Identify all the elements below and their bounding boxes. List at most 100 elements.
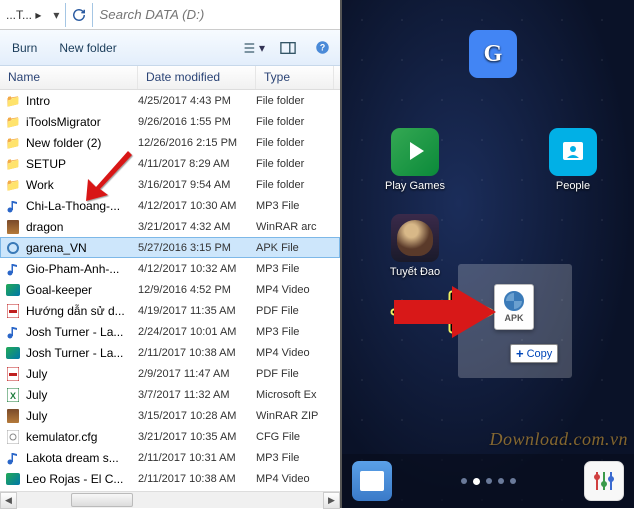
file-type: Microsoft Ex — [256, 389, 334, 401]
file-date: 2/11/2017 10:31 AM — [138, 452, 256, 464]
file-row[interactable]: Leo Rojas - El C...2/11/2017 10:38 AMMP4… — [0, 468, 340, 489]
file-date: 5/27/2016 3:15 PM — [138, 242, 256, 254]
file-type: PDF File — [256, 305, 334, 317]
file-row[interactable]: kemulator.cfg3/21/2017 10:35 AMCFG File — [0, 426, 340, 447]
preview-pane-button[interactable] — [276, 37, 300, 59]
file-row[interactable]: 📁SETUP4/11/2017 8:29 AMFile folder — [0, 153, 340, 174]
column-headers: Name Date modified Type — [0, 66, 340, 90]
file-type-icon — [4, 282, 22, 298]
scroll-left-button[interactable]: ◀ — [0, 492, 17, 509]
breadcrumb[interactable]: ...T... ▸ — [0, 8, 47, 22]
address-bar: ...T... ▸ ▾ — [0, 0, 340, 30]
breadcrumb-dropdown[interactable]: ▾ — [47, 3, 65, 27]
file-row[interactable]: Gio-Pham-Anh-...4/12/2017 10:32 AMMP3 Fi… — [0, 258, 340, 279]
file-type: File folder — [256, 116, 334, 128]
file-row[interactable]: Josh Turner - La...2/11/2017 10:38 AMMP4… — [0, 342, 340, 363]
file-type: PDF File — [256, 368, 334, 380]
file-row[interactable]: Chi-La-Thoang-...4/12/2017 10:30 AMMP3 F… — [0, 195, 340, 216]
file-row[interactable]: Josh Turner - La...2/24/2017 10:01 AMMP3… — [0, 321, 340, 342]
file-date: 2/11/2017 10:38 AM — [138, 347, 256, 359]
tuyet-dao-icon — [391, 214, 439, 262]
file-row[interactable]: 📁Intro4/25/2017 4:43 PMFile folder — [0, 90, 340, 111]
file-type-icon — [4, 261, 22, 277]
file-name: Josh Turner - La... — [26, 325, 138, 339]
file-row[interactable]: 📁New folder (2)12/26/2016 2:15 PMFile fo… — [0, 132, 340, 153]
scroll-right-button[interactable]: ▶ — [323, 492, 340, 509]
file-type: File folder — [256, 137, 334, 149]
file-name: iToolsMigrator — [26, 115, 138, 129]
file-type-icon: 📁 — [4, 177, 22, 193]
file-row[interactable]: 📁 Work3/16/2017 9:54 AMFile folder — [0, 174, 340, 195]
app-tuyet-dao[interactable]: Tuyết Đao — [380, 214, 450, 278]
file-row[interactable]: XJuly3/7/2017 11:32 AMMicrosoft Ex — [0, 384, 340, 405]
horizontal-scrollbar[interactable]: ◀ ▶ — [0, 491, 340, 508]
file-row[interactable]: July2/9/2017 11:47 AMPDF File — [0, 363, 340, 384]
file-date: 3/16/2017 9:54 AM — [138, 179, 256, 191]
file-date: 4/19/2017 11:35 AM — [138, 305, 256, 317]
android-desktop[interactable]: G Play Games People Tuyết Đao APK + Copy — [342, 0, 634, 508]
header-date[interactable]: Date modified — [138, 66, 256, 89]
burn-button[interactable]: Burn — [6, 37, 43, 59]
file-type: File folder — [256, 179, 334, 191]
file-list: 📁Intro4/25/2017 4:43 PMFile folder📁iTool… — [0, 90, 340, 491]
scroll-thumb[interactable] — [71, 493, 133, 507]
file-row[interactable]: garena_VN5/27/2016 3:15 PMAPK File — [0, 237, 340, 258]
file-row[interactable]: Hướng dẫn sử d...4/19/2017 11:35 AMPDF F… — [0, 300, 340, 321]
file-type-icon: 📁 — [4, 156, 22, 172]
file-type-icon — [4, 345, 22, 361]
copy-tooltip: + Copy — [510, 344, 558, 363]
file-row[interactable]: Lakota dream s...2/11/2017 10:31 AMMP3 F… — [0, 447, 340, 468]
file-name: July — [26, 367, 138, 381]
file-type: WinRAR ZIP — [256, 410, 334, 422]
app-label: People — [538, 180, 608, 192]
file-type: File folder — [256, 158, 334, 170]
dragged-apk-file[interactable]: APK — [494, 284, 534, 330]
file-type-icon — [4, 471, 22, 487]
file-name: Josh Turner - La... — [26, 346, 138, 360]
file-date: 2/11/2017 10:38 AM — [138, 473, 256, 485]
file-type-icon — [4, 450, 22, 466]
file-date: 9/26/2016 1:55 PM — [138, 116, 256, 128]
file-type-icon — [4, 303, 22, 319]
file-date: 12/26/2016 2:15 PM — [138, 137, 256, 149]
file-date: 2/24/2017 10:01 AM — [138, 326, 256, 338]
file-row[interactable]: Goal-keeper12/9/2016 4:52 PMMP4 Video — [0, 279, 340, 300]
toolbar: Burn New folder ▾ ? — [0, 30, 340, 66]
svg-text:?: ? — [319, 43, 324, 53]
svg-text:X: X — [10, 391, 16, 401]
refresh-button[interactable] — [65, 3, 93, 27]
file-date: 4/25/2017 4:43 PM — [138, 95, 256, 107]
file-type-icon — [4, 324, 22, 340]
file-name: Work — [26, 178, 138, 192]
app-people[interactable]: People — [538, 128, 608, 192]
people-icon — [549, 128, 597, 176]
search-input[interactable] — [93, 4, 340, 25]
file-row[interactable]: 📁iToolsMigrator9/26/2016 1:55 PMFile fol… — [0, 111, 340, 132]
file-type-icon — [4, 408, 22, 424]
file-row[interactable]: dragon3/21/2017 4:32 AMWinRAR arc — [0, 216, 340, 237]
file-date: 4/11/2017 8:29 AM — [138, 158, 256, 170]
gallery-app-icon[interactable] — [352, 461, 392, 501]
explorer-window: ...T... ▸ ▾ Burn New folder ▾ ? Name Dat… — [0, 0, 342, 508]
app-google[interactable]: G — [458, 30, 528, 82]
file-type: MP3 File — [256, 326, 334, 338]
file-date: 3/21/2017 4:32 AM — [138, 221, 256, 233]
file-type-icon — [4, 366, 22, 382]
header-type[interactable]: Type — [256, 66, 334, 89]
page-indicator[interactable] — [461, 478, 516, 485]
help-button[interactable]: ? — [310, 37, 334, 59]
file-row[interactable]: July3/15/2017 10:28 AMWinRAR ZIP — [0, 405, 340, 426]
new-folder-button[interactable]: New folder — [53, 37, 122, 59]
file-date: 4/12/2017 10:32 AM — [138, 263, 256, 275]
file-type: MP4 Video — [256, 347, 334, 359]
header-name[interactable]: Name — [0, 66, 138, 89]
android-taskbar — [342, 454, 634, 508]
settings-sliders-icon[interactable] — [584, 461, 624, 501]
file-date: 3/15/2017 10:28 AM — [138, 410, 256, 422]
view-options-button[interactable]: ▾ — [242, 37, 266, 59]
file-name: Goal-keeper — [26, 283, 138, 297]
file-date: 2/9/2017 11:47 AM — [138, 368, 256, 380]
app-play-games[interactable]: Play Games — [380, 128, 450, 192]
file-name: July — [26, 388, 138, 402]
apk-file-label: APK — [504, 313, 523, 323]
